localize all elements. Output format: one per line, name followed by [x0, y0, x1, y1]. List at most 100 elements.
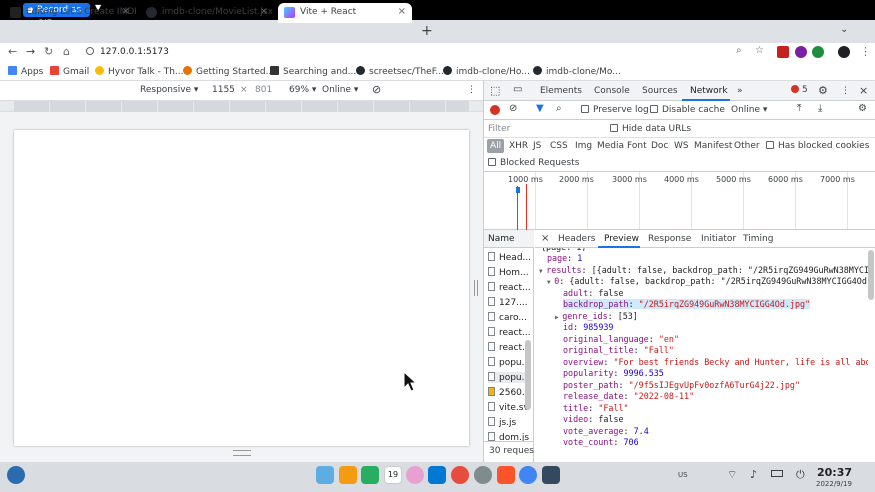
tab-network[interactable]: Network [690, 86, 728, 96]
reload-icon[interactable]: ↻ [44, 45, 53, 58]
blocked-requests-checkbox[interactable]: Blocked Requests [488, 158, 579, 168]
hide-data-urls-checkbox[interactable]: Hide data URLs [610, 124, 691, 134]
bookmark-screetsec[interactable]: screetsec/TheF... [356, 66, 444, 77]
json-line[interactable]: backdrop_path: "/2R5irqZG949GuRwN38MYCIG… [563, 299, 811, 310]
brave-icon[interactable] [497, 466, 515, 484]
tab-movielist[interactable]: imdb-clone/MovieList.jsx a × [140, 3, 274, 23]
json-line[interactable]: id: 985939 [563, 322, 613, 333]
json-line[interactable]: release_date: "2022-08-11" [563, 391, 694, 402]
extension-icon[interactable] [777, 46, 789, 58]
tab-console[interactable]: Console [594, 86, 630, 96]
json-line[interactable]: video: false [563, 414, 624, 425]
app-icon[interactable] [451, 466, 469, 484]
request-row[interactable]: vite.sv [488, 402, 530, 413]
viewport-width-input[interactable]: 1155 [212, 85, 235, 95]
vscode-icon[interactable] [428, 466, 446, 484]
json-line[interactable]: ▼ results: [{adult: false, backdrop_path… [539, 265, 868, 277]
app-icon[interactable] [474, 466, 492, 484]
export-har-icon[interactable]: ⤓ [818, 103, 822, 114]
throttle-select[interactable]: Online ▾ [322, 85, 358, 95]
tab-timing[interactable]: Timing [743, 234, 773, 244]
terminal-app-icon[interactable] [361, 466, 379, 484]
tab-elements[interactable]: Elements [540, 86, 582, 96]
type-filter-xhr[interactable]: XHR [509, 141, 528, 151]
rotate-icon[interactable]: ⊘ [372, 83, 381, 96]
bookmark-getting-started[interactable]: Getting Started... [183, 66, 274, 77]
window-menu-icon[interactable]: ⌄ [840, 24, 848, 35]
app-icon[interactable] [406, 466, 424, 484]
has-blocked-cookies-checkbox[interactable]: Has blocked cookies [766, 141, 869, 151]
tab-preview[interactable]: Preview [604, 234, 639, 244]
type-filter-ws[interactable]: WS [674, 141, 689, 151]
device-select[interactable]: Responsive ▾ [140, 85, 198, 95]
settings-gear-icon[interactable]: ⚙ [818, 84, 828, 97]
error-count-badge[interactable]: 5 [791, 85, 808, 95]
request-row[interactable]: caro... [488, 312, 530, 323]
request-row[interactable]: Hom... [488, 267, 530, 278]
request-row[interactable]: popu... [488, 357, 530, 368]
viewport-bottom-resize-handle[interactable] [233, 450, 251, 456]
bookmark-searching[interactable]: Searching and... [270, 66, 356, 77]
media-query-segments[interactable] [14, 101, 469, 112]
request-row[interactable]: 127.... [488, 297, 530, 308]
type-filter-font[interactable]: Font [627, 141, 647, 151]
record-network-icon[interactable] [490, 105, 500, 115]
zoom-icon[interactable]: ⌕ [736, 45, 742, 56]
type-filter-other[interactable]: Other [734, 141, 760, 151]
request-row[interactable]: react... [488, 342, 530, 353]
new-tab-button[interactable]: + [421, 23, 433, 39]
json-line[interactable]: title: "Fall" [563, 403, 629, 414]
forward-icon[interactable]: → [26, 45, 35, 58]
type-filter-manifest[interactable]: Manifest [694, 141, 732, 151]
request-row[interactable]: Head... [488, 252, 530, 263]
tab-initiator[interactable]: Initiator [701, 234, 736, 244]
network-throttle-select[interactable]: Online ▾ [731, 105, 767, 115]
bookmark-hyvor[interactable]: Hyvor Talk - Th... [95, 66, 183, 77]
tab-headers[interactable]: Headers [558, 234, 595, 244]
devtools-menu-icon[interactable]: ⋮ [841, 86, 850, 96]
battery-icon[interactable] [771, 470, 783, 477]
profile-avatar[interactable] [838, 46, 850, 58]
request-row[interactable]: react... [488, 282, 530, 293]
viewport-height-input[interactable]: 801 [255, 85, 272, 95]
bookmark-star-icon[interactable]: ☆ [755, 45, 764, 56]
type-filter-css[interactable]: CSS [550, 141, 568, 151]
bookmark-imdb-home[interactable]: imdb-clone/Ho... [443, 66, 530, 77]
page-viewport[interactable] [14, 130, 469, 446]
type-filter-img[interactable]: Img [575, 141, 592, 151]
json-line[interactable]: original_title: "Fall" [563, 345, 674, 356]
extension-icon[interactable] [812, 46, 824, 58]
file-manager-icon[interactable] [339, 466, 357, 484]
close-devtools-icon[interactable]: × [859, 84, 868, 97]
close-tab-icon[interactable]: × [260, 3, 268, 21]
browser-menu-icon[interactable]: ⋮ [860, 45, 871, 58]
bookmark-apps[interactable]: Apps [8, 66, 43, 77]
power-icon[interactable]: ⏻ [796, 468, 805, 482]
zoom-select[interactable]: 69% ▾ [289, 85, 316, 95]
back-icon[interactable]: ← [8, 45, 17, 58]
files-app-icon[interactable] [316, 466, 334, 484]
more-tabs-button[interactable]: » [737, 86, 743, 96]
type-filter-all[interactable]: All [487, 139, 505, 153]
close-tab-icon[interactable]: × [122, 3, 130, 21]
preserve-log-checkbox[interactable]: Preserve log [581, 105, 649, 115]
close-tab-icon[interactable]: × [398, 3, 406, 21]
tab-vite-react[interactable]: Vite + React × [278, 3, 412, 23]
json-line[interactable]: vote_average: 7.4 [563, 426, 649, 437]
wifi-icon[interactable]: ⌔ [727, 468, 737, 482]
json-line[interactable]: vote_count: 706 [563, 437, 639, 448]
json-line[interactable]: adult: false [563, 288, 624, 299]
device-toggle-icon[interactable]: ▭ [513, 84, 522, 95]
json-line[interactable]: ▶ genre_ids: [53] [555, 311, 638, 323]
chrome-icon[interactable] [519, 466, 537, 484]
json-line[interactable]: page: 1 [547, 253, 582, 264]
json-line[interactable]: poster_path: "/9f5sIJEgvUpFv0ozfA6TurG4j… [563, 380, 800, 391]
close-detail-icon[interactable]: × [541, 233, 549, 244]
volume-icon[interactable]: ♪ [750, 468, 757, 481]
tab-sources[interactable]: Sources [642, 86, 678, 96]
filter-input[interactable]: Filter [488, 124, 510, 134]
filter-icon[interactable]: ▼ [536, 103, 544, 114]
type-filter-doc[interactable]: Doc [651, 141, 668, 151]
keyboard-layout-indicator[interactable]: US [678, 471, 688, 479]
import-har-icon[interactable]: ⤒ [797, 103, 801, 114]
